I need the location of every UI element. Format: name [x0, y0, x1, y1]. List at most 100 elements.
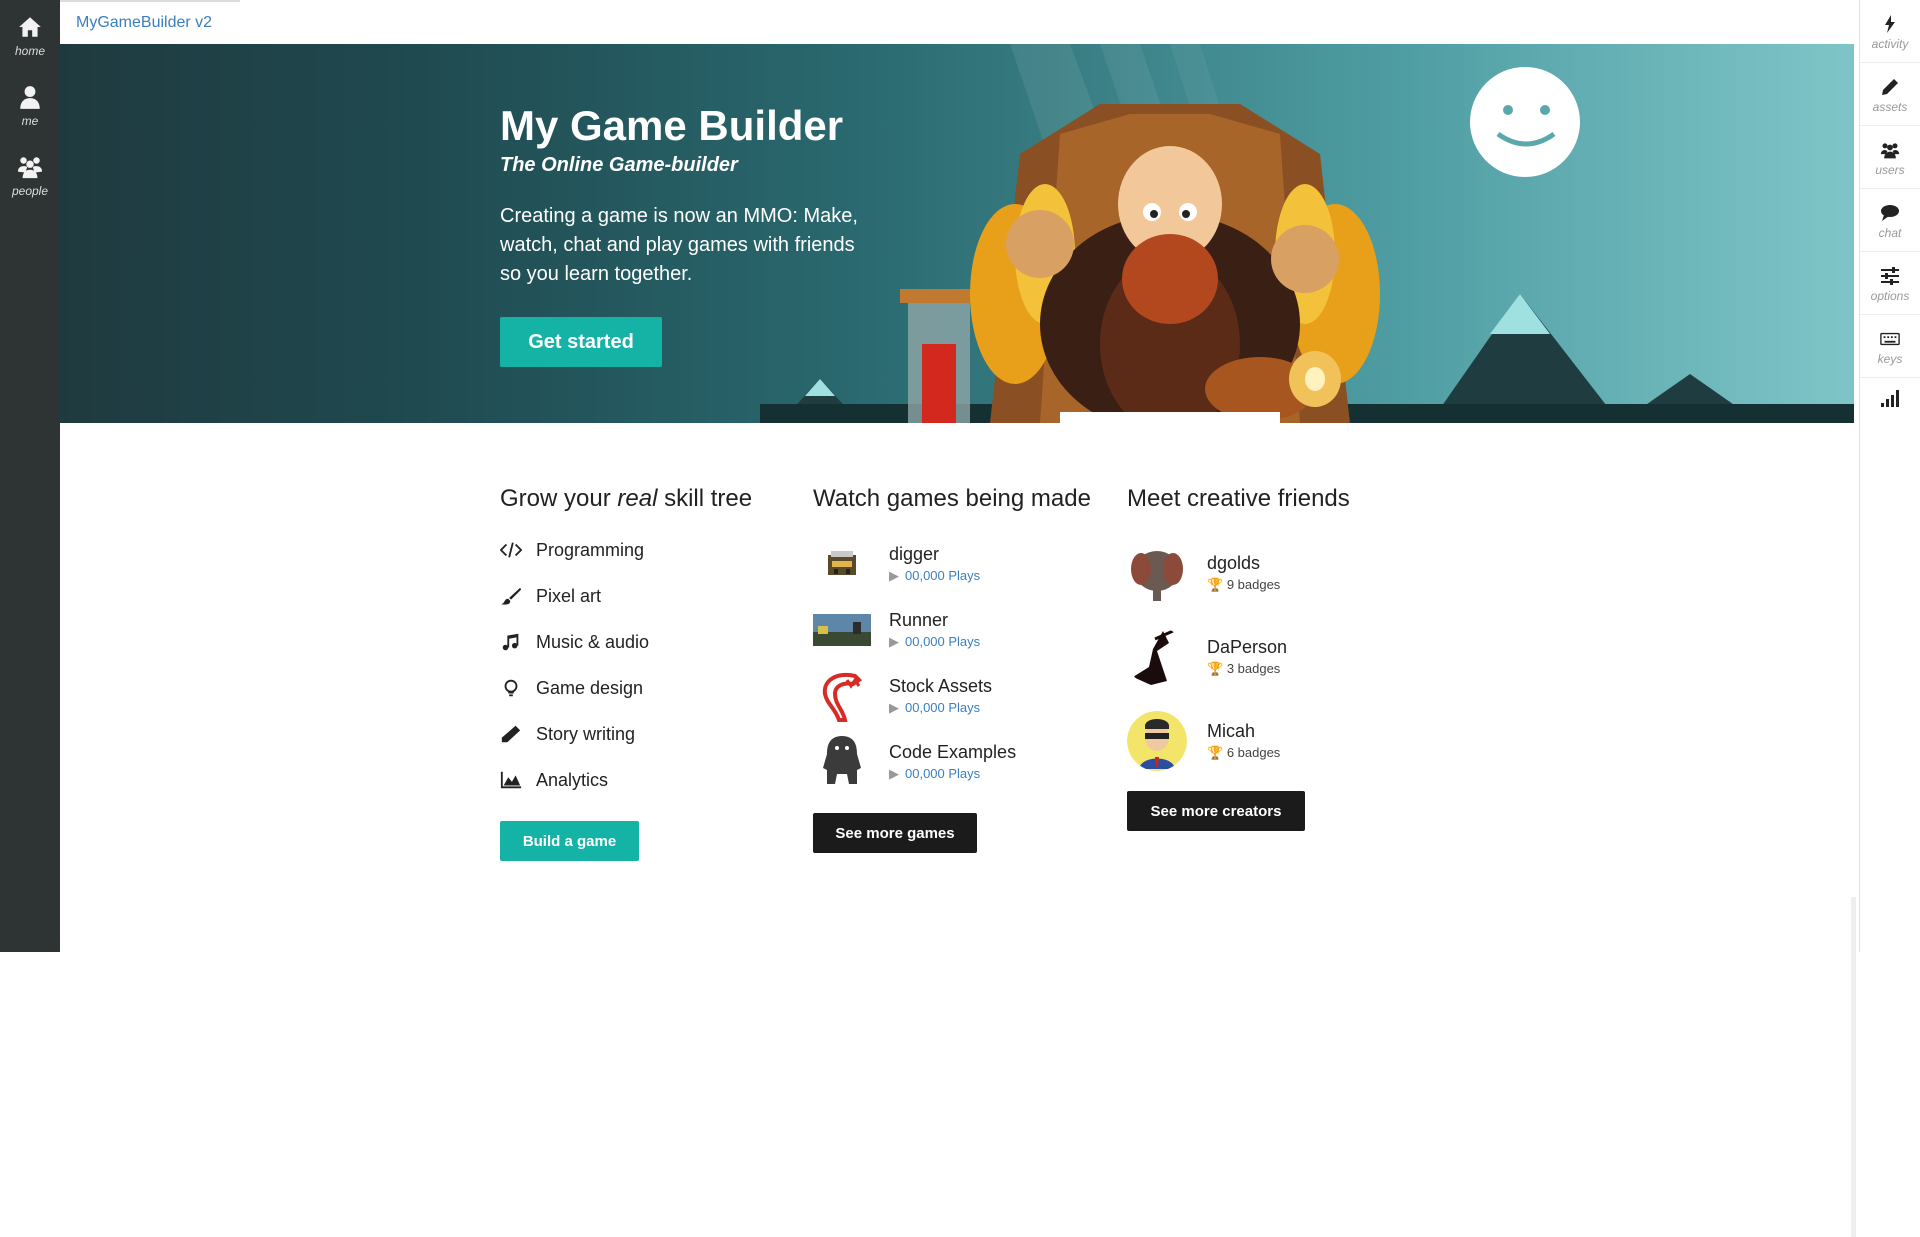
user-icon	[20, 86, 40, 109]
trophy-icon: 🏆	[1207, 745, 1224, 760]
hero-illustration	[760, 44, 1854, 423]
skill-label: Analytics	[536, 769, 609, 790]
app-title-link[interactable]: MyGameBuilder v2	[76, 14, 212, 32]
games-list: digger ▶ 00,000 Plays Runner ▶ 00,000 Play…	[813, 531, 1113, 795]
nav-home[interactable]: home	[0, 0, 60, 70]
skill-label: Programming	[536, 539, 645, 560]
friend-item[interactable]: Micah 🏆 6 badges	[1127, 699, 1427, 783]
content-scrollbar[interactable]	[1851, 897, 1856, 1237]
skill-programming[interactable]: Programming	[500, 527, 780, 573]
top-bar: MyGameBuilder v2	[60, 0, 1855, 44]
friends-list: dgolds 🏆 9 badges DaPerson 🏆 3 badges Mi…	[1127, 531, 1427, 783]
game-plays[interactable]: ▶ 00,000 Plays	[889, 700, 992, 716]
avatar[interactable]	[1127, 543, 1187, 603]
skill-story-writing[interactable]: Story writing	[500, 711, 780, 757]
avatar[interactable]	[1127, 711, 1187, 771]
area-chart-icon	[500, 771, 522, 789]
pencil-icon	[501, 725, 521, 743]
pencil-icon	[1882, 79, 1898, 95]
game-name: Runner	[889, 610, 949, 630]
friend-badges: 🏆 9 badges	[1207, 577, 1281, 592]
people-icon	[17, 157, 43, 179]
users-icon	[1880, 143, 1900, 159]
nav-keys[interactable]: keys	[1860, 315, 1920, 378]
game-plays[interactable]: ▶ 00,000 Plays	[889, 634, 980, 650]
game-thumbnail	[813, 605, 871, 655]
nav-me[interactable]: me	[0, 70, 60, 140]
hero-banner: My Game Builder The Online Game-builder …	[60, 44, 1854, 423]
trophy-icon: 🏆	[1207, 661, 1224, 676]
skill-label: Story writing	[536, 723, 636, 744]
nav-people-label: people	[11, 184, 49, 198]
hero-description: Creating a game is now an MMO: Make, wat…	[500, 205, 858, 285]
play-icon: ▶	[889, 766, 899, 781]
skills-heading: Grow your real skill tree	[500, 485, 753, 512]
nav-users[interactable]: users	[1860, 126, 1920, 189]
see-more-games-button[interactable]: See more games	[813, 813, 977, 853]
get-started-button[interactable]: Get started	[500, 317, 662, 367]
game-thumbnail	[813, 671, 871, 722]
friend-name: dgolds	[1207, 553, 1261, 573]
avatar[interactable]	[1127, 627, 1187, 687]
nav-home-label: home	[14, 44, 46, 58]
game-item[interactable]: Stock Assets ▶ 00,000 Plays	[813, 663, 1113, 729]
top-divider	[60, 0, 240, 2]
game-item[interactable]: digger ▶ 00,000 Plays	[813, 531, 1113, 597]
hero-subtitle: The Online Game-builder	[500, 154, 738, 176]
chat-icon	[1881, 205, 1899, 221]
friend-item[interactable]: DaPerson 🏆 3 badges	[1127, 615, 1427, 699]
friend-name: DaPerson	[1207, 637, 1288, 657]
play-icon: ▶	[889, 568, 899, 583]
nav-options[interactable]: options	[1860, 252, 1920, 315]
play-icon: ▶	[889, 700, 899, 715]
skill-game-design[interactable]: Game design	[500, 665, 780, 711]
friend-item[interactable]: dgolds 🏆 9 badges	[1127, 531, 1427, 615]
nav-people[interactable]: people	[0, 140, 60, 210]
nav-chat[interactable]: chat	[1860, 189, 1920, 252]
game-thumbnail	[813, 539, 871, 589]
music-icon	[502, 633, 519, 651]
friends-heading: Meet creative friends	[1127, 485, 1350, 512]
lightbulb-icon	[504, 679, 518, 697]
trophy-icon: 🏆	[1207, 577, 1224, 592]
brush-icon	[500, 587, 522, 605]
connection-status[interactable]	[1860, 378, 1920, 413]
hero-title: My Game Builder	[500, 102, 844, 149]
bolt-icon	[1885, 15, 1895, 33]
game-thumbnail	[813, 736, 871, 787]
keyboard-icon	[1880, 332, 1900, 346]
skill-analytics[interactable]: Analytics	[500, 757, 780, 803]
nav-options-label: options	[1870, 289, 1910, 303]
sliders-icon	[1881, 267, 1899, 285]
build-game-button[interactable]: Build a game	[500, 821, 639, 861]
game-name: Code Examples	[889, 742, 1017, 762]
nav-assets-label: assets	[1872, 100, 1908, 114]
skills-column: Grow your real skill tree Programming Pi…	[500, 485, 780, 861]
game-name: digger	[889, 544, 940, 564]
signal-icon	[1881, 390, 1899, 407]
nav-me-label: me	[21, 114, 39, 128]
nav-assets[interactable]: assets	[1860, 63, 1920, 126]
game-item[interactable]: Runner ▶ 00,000 Plays	[813, 597, 1113, 663]
home-icon	[19, 17, 41, 37]
nav-activity-label: activity	[1871, 37, 1909, 51]
game-item[interactable]: Code Examples ▶ 00,000 Plays	[813, 729, 1113, 795]
nav-keys-label: keys	[1877, 352, 1903, 366]
friend-badges: 🏆 6 badges	[1207, 745, 1281, 760]
see-more-creators-button[interactable]: See more creators	[1127, 791, 1305, 831]
games-heading: Watch games being made	[813, 485, 1091, 512]
code-icon	[500, 542, 522, 558]
nav-activity[interactable]: activity	[1860, 0, 1920, 63]
games-column: Watch games being made digger ▶ 00,000 Pl…	[813, 485, 1113, 853]
skill-pixel-art[interactable]: Pixel art	[500, 573, 780, 619]
skill-label: Game design	[536, 677, 644, 698]
skill-music-audio[interactable]: Music & audio	[500, 619, 780, 665]
play-icon: ▶	[889, 634, 899, 649]
friend-badges: 🏆 3 badges	[1207, 661, 1281, 676]
game-plays[interactable]: ▶ 00,000 Plays	[889, 766, 1016, 782]
game-plays[interactable]: ▶ 00,000 Plays	[889, 568, 980, 584]
content-area: Grow your real skill tree Programming Pi…	[0, 423, 1856, 1237]
skill-label: Pixel art	[536, 585, 602, 606]
right-nav: activity assets users chat options keys	[1859, 0, 1920, 952]
game-name: Stock Assets	[889, 676, 993, 696]
